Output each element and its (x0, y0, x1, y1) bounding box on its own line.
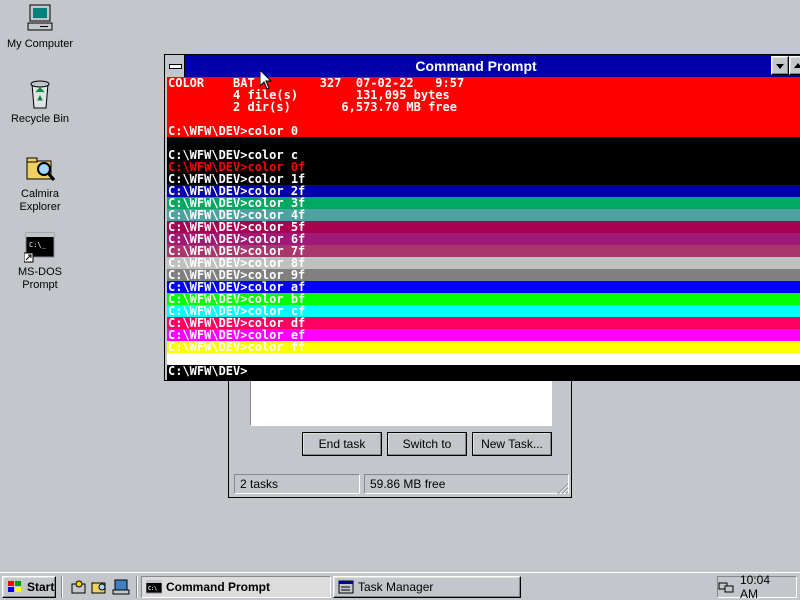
desktop-icon-calmira-explorer[interactable]: Calmira Explorer (2, 153, 78, 214)
console-line: C:\WFW\DEV>color 3f (167, 197, 800, 209)
console-line: C:\WFW\DEV>color 0f (167, 161, 800, 173)
new-task-button[interactable]: New Task... (472, 432, 552, 456)
console-line: C:\WFW\DEV>color 5f (167, 221, 800, 233)
system-tray: 10:04 AM (717, 573, 797, 600)
windows-logo-icon (7, 580, 23, 594)
console-line: C:\WFW\DEV>color 8f (167, 257, 800, 269)
console-output[interactable]: COLOR BAT 327 07-02-22 9:57 4 file(s) 13… (167, 77, 800, 380)
desktop-icon-recycle-bin[interactable]: Recycle Bin (2, 78, 78, 126)
console-line: C:\WFW\DEV>color c (167, 149, 800, 161)
computer-icon (24, 3, 56, 35)
minimize-button[interactable] (771, 56, 789, 75)
console-line: C:\WFW\DEV>color 9f (167, 269, 800, 281)
console-line: C:\WFW\DEV>color 2f (167, 185, 800, 197)
quicklaunch-tools-icon[interactable] (70, 578, 88, 596)
start-label: Start (27, 580, 55, 594)
window-title: Command Prompt (415, 58, 537, 74)
explorer-icon (24, 153, 56, 185)
taskbar: Start C:\ Command Prompt Task Manager 10… (0, 572, 800, 600)
resize-grip-icon[interactable] (555, 481, 569, 495)
console-line (167, 353, 800, 365)
task-list[interactable] (250, 380, 552, 426)
mouse-cursor-icon (259, 68, 273, 90)
console-line: C:\WFW\DEV>color ff (167, 341, 800, 353)
system-menu-icon[interactable] (165, 55, 185, 77)
desktop-icon-label: My Computer (6, 38, 74, 50)
desktop-icon-label: Calmira Explorer (19, 188, 61, 213)
console-line: 4 file(s) 131,095 bytes (167, 89, 800, 101)
desktop-icon-msdos-prompt[interactable]: C:\_ MS-DOS Prompt (2, 231, 78, 292)
status-task-count: 2 tasks (234, 474, 360, 494)
taskbar-button-command-prompt[interactable]: C:\ Command Prompt (141, 576, 331, 598)
console-line: C:\WFW\DEV>color df (167, 317, 800, 329)
end-task-button[interactable]: End task (302, 432, 382, 456)
task-manager-icon (338, 580, 354, 594)
msdos-icon: C:\ (145, 579, 163, 594)
quicklaunch-explorer-icon[interactable] (91, 578, 109, 596)
recycle-bin-icon (24, 78, 56, 110)
svg-text:C:\: C:\ (148, 586, 157, 592)
status-memory-free: 59.86 MB free (364, 474, 569, 494)
console-line: C:\WFW\DEV>color 0 (167, 125, 800, 137)
console-line: C:\WFW\DEV>color ef (167, 329, 800, 341)
console-line: C:\WFW\DEV>color 4f (167, 209, 800, 221)
console-line: C:\WFW\DEV>color 1f (167, 173, 800, 185)
desktop-icon-label: Recycle Bin (10, 113, 70, 125)
console-line: C:\WFW\DEV> (167, 365, 800, 377)
desktop-icon-label: MS-DOS Prompt (18, 266, 62, 291)
console-line: C:\WFW\DEV>color bf (167, 293, 800, 305)
console-line: C:\WFW\DEV>color 7f (167, 245, 800, 257)
desktop-icon-my-computer[interactable]: My Computer (2, 3, 78, 51)
taskbar-divider (61, 576, 63, 598)
console-line: C:\WFW\DEV>color af (167, 281, 800, 293)
console-line: C:\WFW\DEV>color cf (167, 305, 800, 317)
command-prompt-window: Command Prompt COLOR BAT 327 07-02-22 9:… (164, 54, 800, 381)
taskbar-divider (136, 576, 138, 598)
taskbar-button-task-manager[interactable]: Task Manager (333, 576, 521, 598)
maximize-button[interactable] (789, 56, 800, 75)
tray-clock[interactable]: 10:04 AM (740, 573, 790, 600)
svg-text:C:\_: C:\_ (29, 241, 47, 249)
start-button[interactable]: Start (2, 576, 56, 598)
console-line (167, 137, 800, 149)
console-line: C:\WFW\DEV>color 6f (167, 233, 800, 245)
console-line (167, 113, 800, 125)
tray-network-icon[interactable] (718, 580, 734, 594)
quicklaunch-network-icon[interactable] (112, 578, 130, 596)
msdos-icon: C:\_ (23, 231, 56, 263)
console-line: 2 dir(s) 6,573.70 MB free (167, 101, 800, 113)
switch-to-button[interactable]: Switch to (387, 432, 467, 456)
